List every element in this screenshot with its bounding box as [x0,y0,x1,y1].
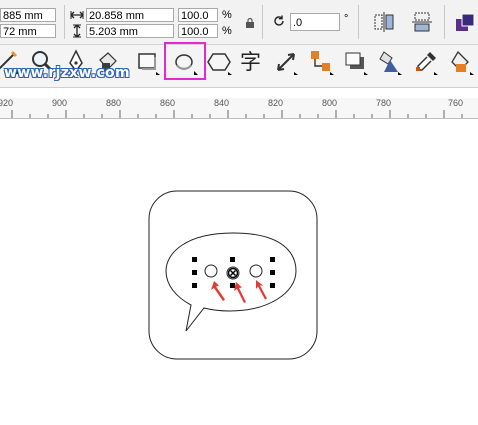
property-bar: 885 mm 72 mm 20.858 mm 5.203 mm 100.0 10… [0,0,478,45]
width-icon [70,8,84,22]
rectangle-icon [134,48,162,76]
text-tool[interactable]: 字 [238,48,266,76]
drop-shadow-icon [342,48,370,76]
ruler-label: 900 [52,98,68,108]
drop-shadow-tool[interactable] [342,48,370,76]
interactive-fill-icon [448,48,476,76]
lock-ratio-icon[interactable] [244,16,256,28]
scale-y-field[interactable]: 100.0 [178,24,218,38]
height-field[interactable]: 5.203 mm [86,24,174,38]
eyedropper-icon [412,48,440,76]
ruler-label: 920 [0,98,14,108]
arrange-icon[interactable] [454,12,476,34]
ruler-label: 880 [106,98,122,108]
ruler-label: 840 [214,98,230,108]
degree-label: ° [344,13,349,25]
separator [64,5,65,39]
ruler-label: 820 [268,98,284,108]
polygon-tool[interactable] [206,48,234,76]
y-position-field[interactable]: 72 mm [0,24,56,38]
transparency-tool[interactable] [376,48,404,76]
ellipsis-dot[interactable] [204,264,218,278]
drawing-canvas[interactable] [0,119,478,420]
mirror-horizontal-icon[interactable] [372,10,396,34]
ellipse-tool[interactable] [164,42,206,80]
center-marker-icon [227,267,239,279]
height-icon [70,24,84,38]
ruler-label: 860 [160,98,176,108]
polygon-icon [206,48,234,76]
ruler-label: 800 [322,98,338,108]
watermark: www.rjzxw.com [4,65,130,81]
canvas-artwork [148,190,318,360]
eyedropper-tool[interactable] [412,48,440,76]
ruler-label: 780 [376,98,392,108]
text-icon: 字 [240,50,261,74]
rectangle-tool[interactable] [134,48,162,76]
width-field[interactable]: 20.858 mm [86,8,174,22]
connector-icon [308,48,336,76]
ellipsis-dot[interactable] [249,264,263,278]
separator [358,5,359,39]
mirror-vertical-icon[interactable] [410,10,434,34]
dimension-tool[interactable] [272,48,300,76]
x-position-field[interactable]: 885 mm [0,8,56,22]
interactive-fill-tool[interactable] [448,48,476,76]
percent-label: % [222,9,232,21]
transparency-icon [376,48,404,76]
separator [444,5,445,39]
connector-tool[interactable] [308,48,336,76]
rotation-field[interactable]: .0 [290,13,340,31]
ellipse-icon [172,49,200,77]
rotate-icon [272,14,286,28]
separator [262,5,263,39]
horizontal-ruler: 920 900 880 860 840 820 800 780 760 [0,98,478,119]
ruler-label: 760 [448,98,464,108]
dimension-icon [272,48,300,76]
percent-label: % [222,25,232,37]
ruler-ticks [11,110,463,118]
scale-x-field[interactable]: 100.0 [178,8,218,22]
